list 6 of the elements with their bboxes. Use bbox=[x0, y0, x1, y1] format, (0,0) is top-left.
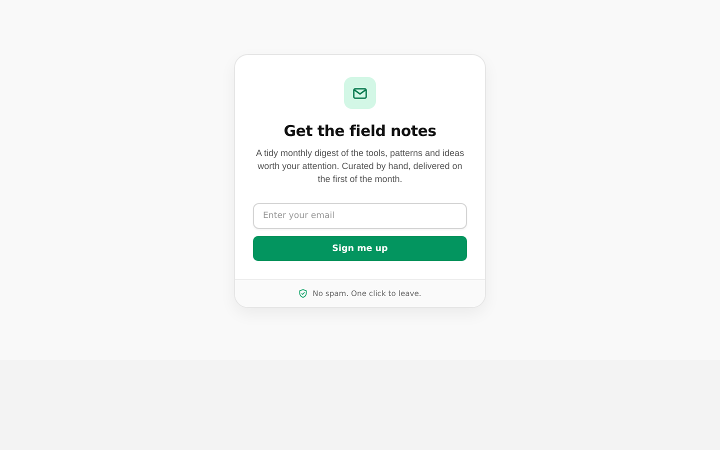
card-title: Get the field notes bbox=[284, 122, 436, 140]
sign-up-button[interactable]: Sign me up bbox=[253, 236, 467, 261]
card-description: A tidy monthly digest of the tools, patterns and ideas worth your attention. Curated by hand, delivered on the first of the month. bbox=[254, 147, 466, 186]
shield-check-icon bbox=[298, 289, 307, 298]
email-field[interactable]: Enter your email bbox=[253, 203, 467, 229]
envelope-icon bbox=[353, 88, 367, 98]
